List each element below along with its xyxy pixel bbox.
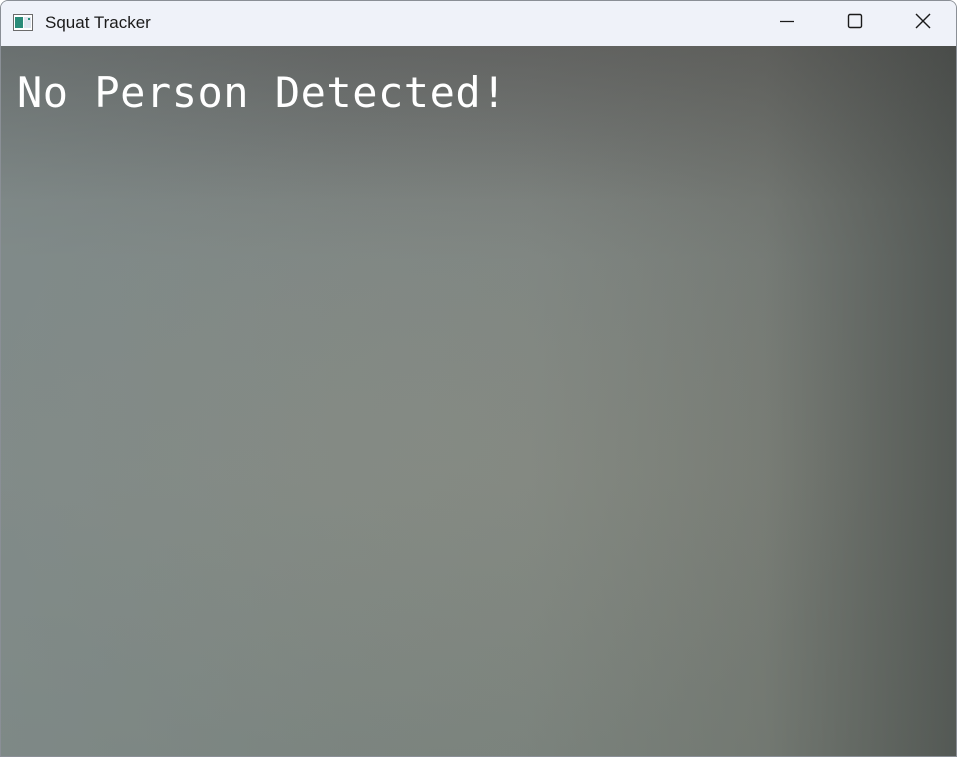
- app-icon: [13, 14, 33, 31]
- maximize-icon: [847, 13, 863, 34]
- close-icon: [915, 13, 931, 34]
- minimize-icon: [779, 13, 795, 34]
- maximize-button[interactable]: [820, 1, 890, 46]
- minimize-button[interactable]: [752, 1, 822, 46]
- close-button[interactable]: [890, 1, 956, 46]
- title-bar[interactable]: Squat Tracker: [1, 1, 956, 46]
- detection-status-text: No Person Detected!: [17, 68, 507, 117]
- app-window: Squat Tracker No Person Detected!: [0, 0, 957, 757]
- camera-feed: No Person Detected!: [1, 46, 956, 756]
- window-title: Squat Tracker: [45, 13, 151, 32]
